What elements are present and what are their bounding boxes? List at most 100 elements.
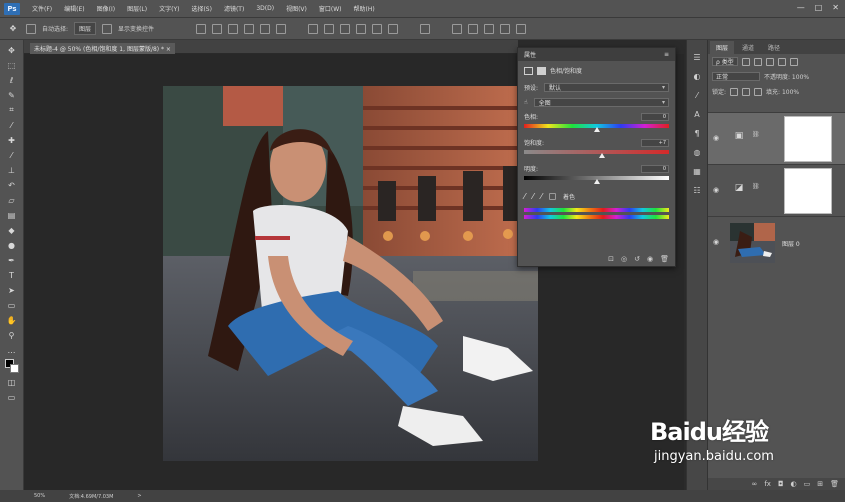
reset-icon[interactable]: ↺	[634, 255, 640, 263]
tab-layers[interactable]: 图层	[710, 41, 735, 54]
gradient-icon[interactable]: ▤	[5, 209, 19, 221]
show-transform-checkbox[interactable]	[102, 23, 113, 34]
align-top-icon[interactable]	[196, 23, 207, 34]
mask-icon[interactable]	[537, 66, 546, 75]
adjustments-dock-icon[interactable]: ◐	[692, 71, 703, 82]
background-color-swatch[interactable]	[9, 364, 19, 373]
view-previous-icon[interactable]: ◎	[621, 255, 627, 263]
hand-icon[interactable]: ✋	[5, 314, 19, 326]
delete-icon[interactable]: 🗑	[660, 255, 669, 263]
menu-window[interactable]: 窗口(W)	[313, 4, 348, 13]
filter-adjust-icon[interactable]	[753, 57, 762, 66]
dodge-icon[interactable]: ●	[5, 239, 19, 251]
filter-type-icon[interactable]	[765, 57, 774, 66]
lasso-icon[interactable]: ℓ	[5, 74, 19, 86]
3d-slide-icon[interactable]	[500, 23, 511, 34]
auto-select-checkbox[interactable]	[26, 23, 36, 34]
saturation-input[interactable]: +7	[641, 138, 669, 147]
color-swatches[interactable]	[4, 359, 19, 373]
channel-dropdown[interactable]: 全图	[533, 98, 669, 107]
tab-paths[interactable]: 路径	[762, 41, 786, 54]
type-icon[interactable]: T	[5, 269, 19, 281]
opacity-field[interactable]: 不透明度: 100%	[764, 72, 809, 81]
layer-name[interactable]: 图层 0	[782, 239, 800, 248]
clone-stamp-icon[interactable]: ⊥	[5, 164, 19, 176]
align-left-icon[interactable]	[244, 23, 255, 34]
hand-target-icon[interactable]: ☝	[524, 99, 528, 106]
hue-slider[interactable]	[524, 124, 669, 132]
filter-smart-icon[interactable]	[789, 57, 798, 66]
minimize-button[interactable]: —	[797, 3, 805, 12]
close-button[interactable]: ✕	[832, 3, 839, 12]
lock-position-icon[interactable]	[742, 87, 751, 96]
align-right-icon[interactable]	[276, 23, 287, 34]
layer-thumbnail[interactable]	[730, 223, 775, 263]
more-tools-icon[interactable]: …	[5, 344, 19, 356]
menu-help[interactable]: 帮助(H)	[348, 4, 381, 13]
status-menu-arrow[interactable]: >	[137, 493, 141, 499]
eraser-icon[interactable]: ▱	[5, 194, 19, 206]
lightness-slider[interactable]	[524, 176, 669, 184]
history-brush-icon[interactable]: ↶	[5, 179, 19, 191]
hue-input[interactable]: 0	[641, 112, 669, 121]
align-hcenter-icon[interactable]	[260, 23, 271, 34]
menu-type[interactable]: 文字(Y)	[153, 4, 185, 13]
lock-all-icon[interactable]	[754, 87, 763, 96]
menu-file[interactable]: 文件(F)	[26, 4, 58, 13]
distribute-right-icon[interactable]	[388, 23, 399, 34]
menu-edit[interactable]: 编辑(E)	[58, 4, 90, 13]
3d-roll-icon[interactable]	[468, 23, 479, 34]
eye-icon[interactable]: ◉	[713, 239, 721, 246]
3d-scale-icon[interactable]	[516, 23, 527, 34]
properties-tab[interactable]: 属性	[524, 50, 536, 59]
eyedropper-subtract-icon[interactable]: ⁄	[541, 192, 542, 201]
document-photo[interactable]	[163, 86, 538, 461]
eye-icon[interactable]: ◉	[713, 135, 721, 142]
distribute-top-icon[interactable]	[308, 23, 319, 34]
distribute-hcenter-icon[interactable]	[372, 23, 383, 34]
panel-menu-icon[interactable]: ≡	[664, 51, 669, 58]
auto-align-icon[interactable]	[420, 23, 431, 34]
eye-icon[interactable]: ◉	[713, 187, 721, 194]
screen-mode-icon[interactable]: ▭	[5, 391, 19, 403]
layer-row-levels[interactable]: ◉ ◪ ⛓	[708, 164, 845, 216]
properties-dock-icon[interactable]: ☰	[692, 52, 703, 63]
lightness-slider-thumb[interactable]	[593, 179, 600, 184]
align-bottom-icon[interactable]	[228, 23, 239, 34]
clip-to-layer-icon[interactable]: ⊡	[608, 255, 614, 263]
document-tab[interactable]: 未标题-4 @ 50% (色相/饱和度 1, 图层蒙版/8) * ×	[30, 43, 175, 54]
auto-select-target-dropdown[interactable]: 图层	[74, 22, 97, 35]
lock-pixels-icon[interactable]	[730, 87, 739, 96]
layer-row-hue-saturation[interactable]: ◉ ▣ ⛓	[708, 112, 845, 164]
move-tool-icon[interactable]: ✥	[6, 23, 20, 35]
link-icon[interactable]: ⛓	[752, 183, 760, 193]
filter-pixel-icon[interactable]	[741, 57, 750, 66]
blur-icon[interactable]: ◆	[5, 224, 19, 236]
layer-mask-thumbnail[interactable]	[784, 168, 832, 214]
brush-icon[interactable]: ⁄	[5, 149, 19, 161]
color-dock-icon[interactable]: ◍	[692, 147, 703, 158]
lightness-input[interactable]: 0	[641, 164, 669, 173]
move-icon[interactable]: ✥	[5, 44, 19, 56]
filter-shape-icon[interactable]	[777, 57, 786, 66]
fill-field[interactable]: 填充: 100%	[766, 87, 799, 96]
quick-mask-icon[interactable]: ◫	[5, 376, 19, 388]
colorize-checkbox[interactable]	[549, 193, 557, 200]
healing-brush-icon[interactable]: ✚	[5, 134, 19, 146]
menu-select[interactable]: 选择(S)	[185, 4, 218, 13]
align-vcenter-icon[interactable]	[212, 23, 223, 34]
saturation-slider-thumb[interactable]	[598, 153, 605, 158]
crop-icon[interactable]: ⌗	[5, 104, 19, 116]
link-icon[interactable]: ⛓	[752, 131, 760, 141]
preset-dropdown[interactable]: 默认	[544, 83, 669, 92]
quick-select-icon[interactable]: ✎	[5, 89, 19, 101]
path-select-icon[interactable]: ➤	[5, 284, 19, 296]
tab-channels[interactable]: 通道	[736, 41, 760, 54]
layer-kind-filter[interactable]: ρ 类型	[712, 57, 738, 66]
menu-view[interactable]: 视图(V)	[280, 4, 313, 13]
zoom-level[interactable]: 50%	[34, 493, 45, 499]
pen-icon[interactable]: ✒	[5, 254, 19, 266]
distribute-left-icon[interactable]	[356, 23, 367, 34]
distribute-bottom-icon[interactable]	[340, 23, 351, 34]
visibility-icon[interactable]: ◉	[647, 255, 653, 263]
